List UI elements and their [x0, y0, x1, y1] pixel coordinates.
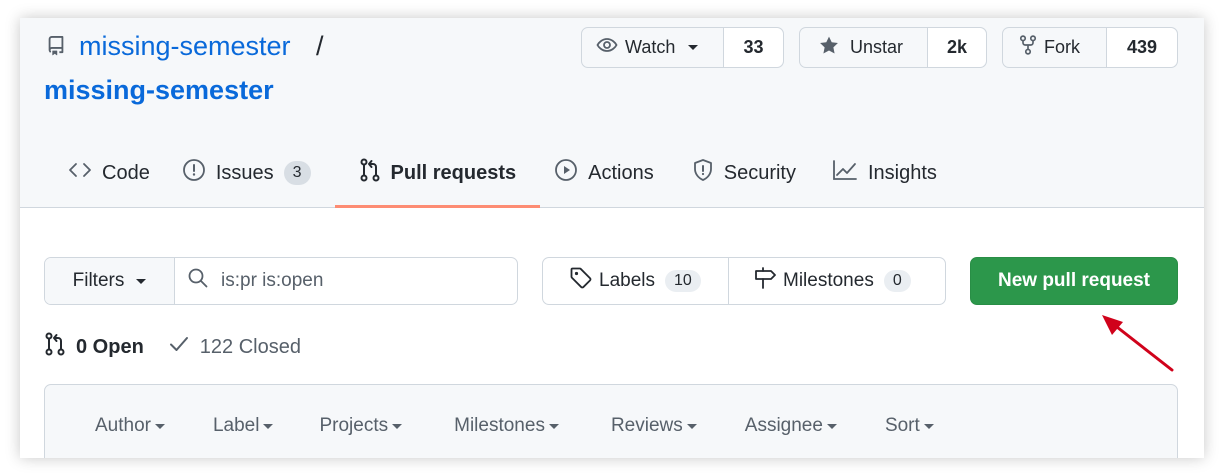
unstar-label: Unstar — [850, 37, 904, 57]
graph-icon — [832, 159, 858, 187]
issue-icon — [182, 158, 206, 188]
repo-owner-link[interactable]: missing-semester — [79, 31, 291, 62]
milestone-icon — [753, 266, 777, 296]
check-icon — [168, 334, 190, 360]
watch-label: Watch — [625, 37, 676, 57]
repo-page: missing-semester / missing-semester Watc… — [20, 18, 1204, 458]
search-input[interactable] — [221, 270, 501, 292]
pr-list-header: Author Label Projects Milestones Reviews… — [44, 384, 1178, 458]
fork-count[interactable]: 439 — [1107, 28, 1177, 67]
star-count[interactable]: 2k — [928, 28, 986, 67]
menu-label: Author — [95, 415, 151, 436]
star-button-group: Unstar 2k — [799, 27, 987, 68]
menu-label: Label — [212, 415, 260, 436]
watch-button-group: Watch 33 — [581, 27, 784, 68]
menu-label: Projects — [319, 415, 389, 436]
open-count-label: 0 Open — [76, 335, 144, 358]
issues-counter: 3 — [283, 161, 311, 185]
milestones-button[interactable]: Milestones 0 — [729, 258, 945, 304]
sort-menu[interactable]: Sort — [885, 415, 934, 437]
tab-pull-requests[interactable]: Pull requests — [334, 154, 541, 208]
filters-label: Filters — [72, 270, 125, 291]
filters-button[interactable]: Filters — [45, 258, 175, 304]
fork-label: Fork — [1044, 37, 1080, 57]
tab-label: Actions — [588, 161, 654, 184]
closed-prs-link[interactable]: 122 Closed — [168, 332, 301, 362]
tab-actions[interactable]: Actions — [542, 154, 666, 208]
pull-request-icon — [44, 332, 66, 362]
tab-label: Pull requests — [390, 161, 517, 184]
eye-icon — [596, 37, 618, 58]
menu-label: Sort — [884, 415, 920, 436]
new-pull-request-button[interactable]: New pull request — [970, 257, 1178, 305]
milestones-filter-menu[interactable]: Milestones — [454, 415, 559, 437]
fork-button[interactable]: Fork — [1003, 28, 1107, 67]
pr-state-toggles: 0 Open 122 Closed — [44, 332, 301, 362]
repo-name-link[interactable]: missing-semester — [44, 75, 274, 106]
labels-counter: 10 — [665, 270, 701, 292]
fork-button-group: Fork 439 — [1002, 27, 1178, 68]
pull-request-icon — [359, 158, 381, 188]
milestones-counter: 0 — [883, 270, 911, 292]
chevron-down-icon — [136, 278, 147, 284]
tab-label: Insights — [867, 161, 937, 184]
menu-label: Milestones — [454, 415, 545, 436]
author-filter-menu[interactable]: Author — [95, 415, 165, 437]
chevron-down-icon — [263, 423, 274, 429]
closed-count-label: 122 Closed — [199, 335, 301, 358]
repo-icon — [46, 36, 66, 58]
repo-path-separator: / — [316, 31, 324, 61]
label-filter-menu[interactable]: Label — [213, 415, 274, 437]
code-icon — [68, 161, 92, 185]
chevron-down-icon — [392, 423, 403, 429]
search-icon — [187, 267, 209, 295]
tab-issues[interactable]: Issues 3 — [170, 154, 323, 208]
milestones-label: Milestones — [783, 270, 874, 291]
filters-bar: Filters — [44, 257, 518, 305]
tab-label: Code — [102, 161, 150, 184]
annotation-arrow-icon — [1102, 315, 1174, 372]
labels-label: Labels — [599, 270, 655, 291]
open-prs-link[interactable]: 0 Open — [44, 332, 144, 362]
menu-label: Assignee — [744, 415, 823, 436]
tab-insights[interactable]: Insights — [820, 154, 949, 208]
fork-icon — [1019, 35, 1037, 60]
tab-label: Security — [723, 161, 796, 184]
chevron-down-icon — [688, 45, 699, 50]
labels-milestones-group: Labels 10 Milestones 0 — [542, 257, 946, 305]
tab-code[interactable]: Code — [56, 154, 162, 208]
reviews-filter-menu[interactable]: Reviews — [611, 415, 697, 437]
chevron-down-icon — [686, 423, 697, 429]
play-icon — [554, 158, 578, 188]
search-field[interactable] — [175, 258, 517, 304]
tab-label: Issues — [215, 161, 274, 184]
tag-icon — [569, 266, 593, 296]
watch-count[interactable]: 33 — [724, 28, 783, 67]
tab-security[interactable]: Security — [680, 154, 808, 208]
unstar-button[interactable]: Unstar — [800, 28, 928, 67]
projects-filter-menu[interactable]: Projects — [319, 415, 403, 437]
chevron-down-icon — [923, 423, 934, 429]
repo-tabs: Code Issues 3 Pull requests Actions Secu… — [56, 154, 949, 208]
assignee-filter-menu[interactable]: Assignee — [745, 415, 837, 437]
star-icon — [818, 35, 840, 61]
shield-icon — [692, 158, 714, 188]
chevron-down-icon — [154, 423, 165, 429]
menu-label: Reviews — [610, 415, 683, 436]
chevron-down-icon — [548, 423, 559, 429]
sort-menus: Author Label Projects Milestones Reviews… — [95, 415, 934, 437]
chevron-down-icon — [826, 423, 837, 429]
watch-button[interactable]: Watch — [582, 28, 724, 67]
labels-button[interactable]: Labels 10 — [543, 258, 729, 304]
